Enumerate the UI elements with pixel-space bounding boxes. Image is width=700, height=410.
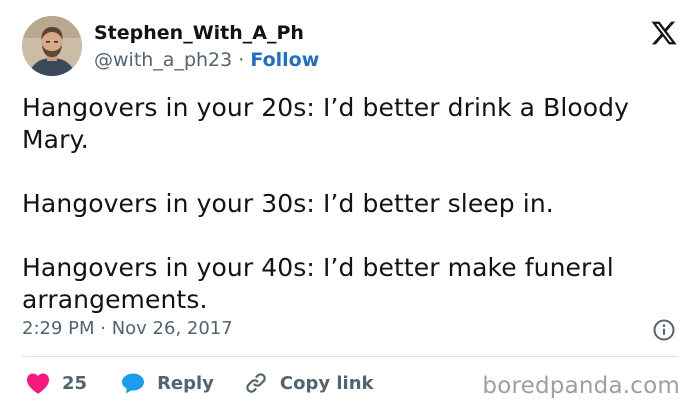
follow-link[interactable]: Follow — [250, 49, 319, 71]
handle-separator: · — [238, 49, 245, 71]
display-name[interactable]: Stephen_With_A_Ph — [94, 21, 319, 45]
like-button[interactable]: 25 — [26, 372, 87, 394]
heart-icon — [27, 373, 49, 394]
divider — [22, 356, 678, 357]
handle-row: @with_a_ph23 · Follow — [94, 47, 319, 73]
like-count: 25 — [62, 372, 88, 394]
reply-label: Reply — [157, 372, 214, 394]
info-icon[interactable] — [653, 319, 675, 341]
action-bar: 25 Reply Copy link — [26, 370, 374, 396]
reply-bubble-icon — [122, 373, 145, 394]
avatar-photo — [22, 16, 82, 76]
tweet-card: Stephen_With_A_Ph @with_a_ph23 · Follow … — [0, 0, 700, 410]
reply-button[interactable]: Reply — [121, 372, 214, 394]
handle[interactable]: @with_a_ph23 — [94, 49, 232, 71]
link-icon — [246, 373, 266, 393]
copy-link-label: Copy link — [279, 372, 374, 394]
copy-link-button[interactable]: Copy link — [244, 371, 374, 395]
tweet-timestamp[interactable]: 2:29 PM · Nov 26, 2017 — [22, 317, 233, 341]
user-info: Stephen_With_A_Ph @with_a_ph23 · Follow — [94, 21, 319, 73]
x-logo-icon[interactable] — [650, 19, 678, 47]
tweet-text: Hangovers in your 20s: I’d better drink … — [22, 93, 630, 314]
avatar[interactable] — [22, 16, 82, 76]
watermark: boredpanda.com — [482, 373, 680, 399]
